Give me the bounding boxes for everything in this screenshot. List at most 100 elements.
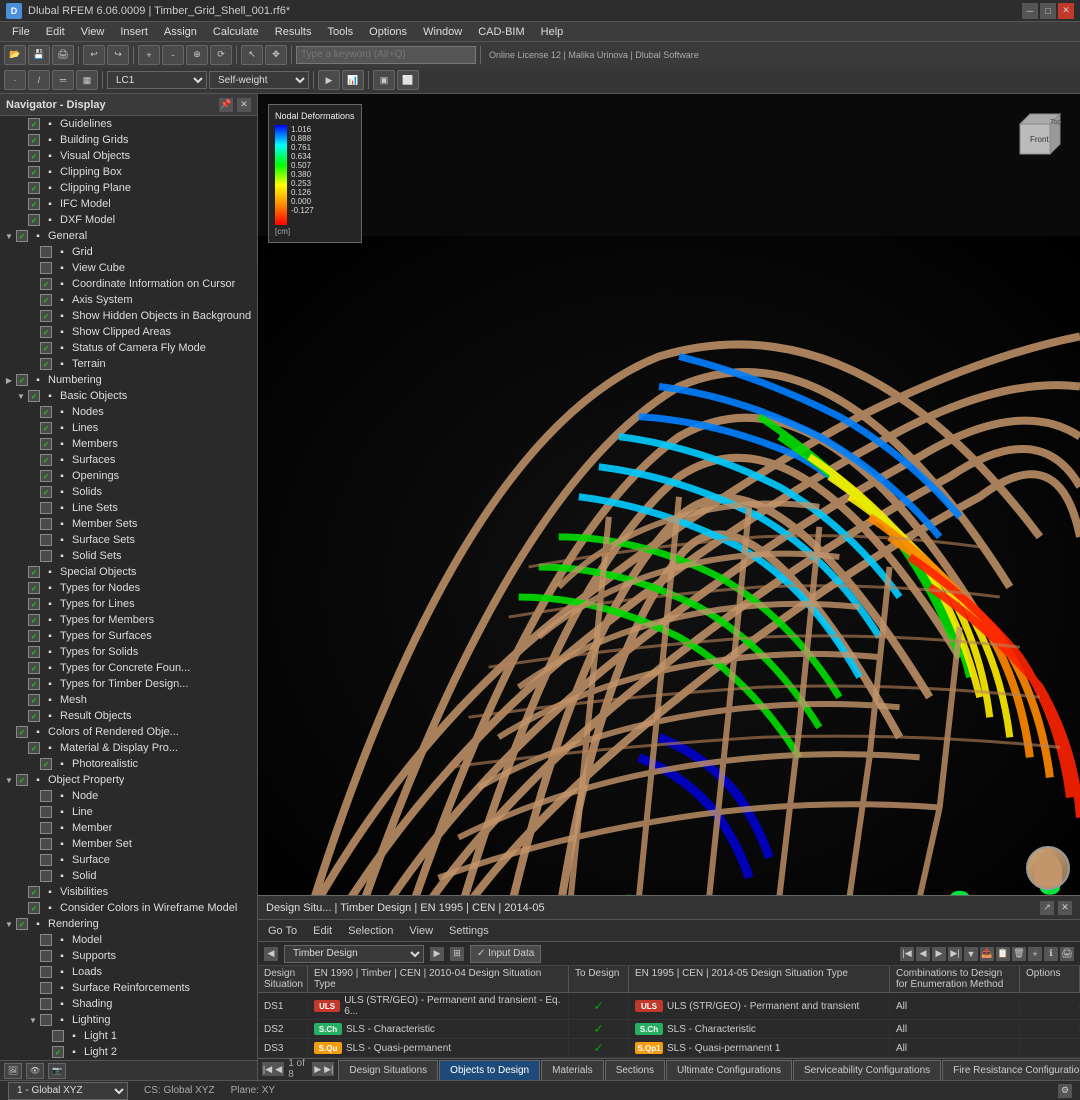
- nav-expand-arrow[interactable]: [28, 423, 38, 433]
- nav-checkbox[interactable]: [28, 582, 40, 594]
- nav-expand-arrow[interactable]: [28, 551, 38, 561]
- view-cube[interactable]: Front Top: [1000, 104, 1070, 174]
- nav-checkbox[interactable]: [40, 358, 52, 370]
- nav-expand-arrow[interactable]: [28, 247, 38, 257]
- nav-item[interactable]: ▼▪General: [0, 228, 257, 244]
- nav-bottom-camera[interactable]: 📷: [48, 1063, 66, 1079]
- nav-item[interactable]: ▪Grid: [0, 244, 257, 260]
- nav-expand-arrow[interactable]: [16, 167, 26, 177]
- nav-expand-arrow[interactable]: [28, 295, 38, 305]
- nav-item[interactable]: ▪Openings: [0, 468, 257, 484]
- nav-expand-arrow[interactable]: [28, 311, 38, 321]
- nav-expand-arrow[interactable]: [16, 119, 26, 129]
- nav-expand-arrow[interactable]: [28, 407, 38, 417]
- design-expand-icon[interactable]: ⊞: [450, 947, 464, 961]
- tb2-member[interactable]: ═: [52, 70, 74, 90]
- nav-checkbox[interactable]: [28, 134, 40, 146]
- tb2-line[interactable]: /: [28, 70, 50, 90]
- nav-item[interactable]: ▪Line: [0, 804, 257, 820]
- menu-edit[interactable]: Edit: [38, 24, 73, 40]
- loadcase-dropdown[interactable]: Self-weight: [209, 71, 309, 89]
- nav-checkbox[interactable]: [40, 870, 52, 882]
- nav-expand-arrow[interactable]: [28, 759, 38, 769]
- nav-item[interactable]: ▪Show Hidden Objects in Background: [0, 308, 257, 324]
- nav-item[interactable]: ▪Colors of Rendered Obje...: [0, 724, 257, 740]
- nav-expand-arrow[interactable]: [16, 583, 26, 593]
- nav-item[interactable]: ▼▪Rendering: [0, 916, 257, 932]
- nav-checkbox[interactable]: [40, 998, 52, 1010]
- tb-rotate[interactable]: ⟳: [210, 45, 232, 65]
- tb-zoom-out[interactable]: -: [162, 45, 184, 65]
- nav-checkbox[interactable]: [40, 262, 52, 274]
- nav-checkbox[interactable]: [28, 150, 40, 162]
- nav-checkbox[interactable]: [40, 534, 52, 546]
- nav-expand-arrow[interactable]: [28, 519, 38, 529]
- tab-ultimate-configs[interactable]: Ultimate Configurations: [666, 1060, 792, 1080]
- nav-expand-arrow[interactable]: [28, 535, 38, 545]
- nav-checkbox[interactable]: [40, 806, 52, 818]
- nav-checkbox[interactable]: [40, 518, 52, 530]
- nav-item[interactable]: ▪Photorealistic: [0, 756, 257, 772]
- design-close-button[interactable]: ✕: [1058, 901, 1072, 915]
- nav-expand-arrow[interactable]: [16, 615, 26, 625]
- design-action-3[interactable]: ▶: [932, 947, 946, 961]
- nav-pin-button[interactable]: 📌: [219, 98, 233, 112]
- menu-file[interactable]: File: [4, 24, 38, 40]
- page-first[interactable]: |◀: [262, 1062, 273, 1076]
- nav-checkbox[interactable]: [40, 934, 52, 946]
- tb-undo[interactable]: ↩: [83, 45, 105, 65]
- nav-expand-arrow[interactable]: ▼: [28, 1015, 38, 1025]
- menu-help[interactable]: Help: [533, 24, 572, 40]
- nav-expand-arrow[interactable]: [16, 679, 26, 689]
- nav-expand-arrow[interactable]: [28, 823, 38, 833]
- nav-checkbox[interactable]: [40, 982, 52, 994]
- nav-expand-arrow[interactable]: [16, 903, 26, 913]
- nav-bottom-eye[interactable]: 👁: [26, 1063, 44, 1079]
- viewport[interactable]: Nodal Deformations 1.016 0.888 0.761 0.6…: [258, 94, 1080, 1080]
- nav-expand-arrow[interactable]: [40, 1031, 50, 1041]
- nav-checkbox[interactable]: [40, 966, 52, 978]
- nav-checkbox[interactable]: [40, 406, 52, 418]
- nav-expand-arrow[interactable]: ▶: [4, 375, 14, 385]
- nav-checkbox[interactable]: [28, 662, 40, 674]
- menu-results[interactable]: Results: [267, 24, 320, 40]
- nav-expand-arrow[interactable]: [4, 727, 14, 737]
- tb2-calc[interactable]: ▶: [318, 70, 340, 90]
- nav-checkbox[interactable]: [40, 790, 52, 802]
- nav-item[interactable]: ▪Visual Objects: [0, 148, 257, 164]
- maximize-button[interactable]: □: [1040, 3, 1056, 19]
- nav-expand-arrow[interactable]: [16, 647, 26, 657]
- nav-expand-arrow[interactable]: [28, 471, 38, 481]
- nav-item[interactable]: ▪Member Sets: [0, 516, 257, 532]
- nav-item[interactable]: ▪Light 1: [0, 1028, 257, 1044]
- nav-item[interactable]: ▶▪Numbering: [0, 372, 257, 388]
- nav-item[interactable]: ▪Shading: [0, 996, 257, 1012]
- nav-checkbox[interactable]: [40, 854, 52, 866]
- nav-expand-arrow[interactable]: [16, 631, 26, 641]
- tb2-view2[interactable]: ⬜: [397, 70, 419, 90]
- nav-checkbox[interactable]: [28, 902, 40, 914]
- design-filter[interactable]: ▼: [964, 947, 978, 961]
- nav-item[interactable]: ▪View Cube: [0, 260, 257, 276]
- nav-expand-arrow[interactable]: [28, 263, 38, 273]
- nav-expand-arrow[interactable]: [28, 327, 38, 337]
- nav-checkbox[interactable]: [40, 838, 52, 850]
- nav-checkbox[interactable]: [28, 886, 40, 898]
- nav-checkbox[interactable]: [40, 294, 52, 306]
- nav-checkbox[interactable]: [40, 246, 52, 258]
- nav-item[interactable]: ▪Types for Concrete Foun...: [0, 660, 257, 676]
- nav-item[interactable]: ▪Visibilities: [0, 884, 257, 900]
- nav-expand-arrow[interactable]: [16, 695, 26, 705]
- nav-expand-arrow[interactable]: [28, 503, 38, 513]
- nav-item[interactable]: ▪Types for Nodes: [0, 580, 257, 596]
- nav-item[interactable]: ▪Types for Surfaces: [0, 628, 257, 644]
- tb2-result[interactable]: 📊: [342, 70, 364, 90]
- nav-item[interactable]: ▪Types for Lines: [0, 596, 257, 612]
- nav-item[interactable]: ▪Show Clipped Areas: [0, 324, 257, 340]
- design-menu-goto[interactable]: Go To: [264, 923, 301, 939]
- search-input[interactable]: [296, 46, 476, 64]
- nav-item[interactable]: ▪IFC Model: [0, 196, 257, 212]
- nav-item[interactable]: ▪Special Objects: [0, 564, 257, 580]
- design-info[interactable]: ℹ: [1044, 947, 1058, 961]
- nav-expand-arrow[interactable]: [28, 439, 38, 449]
